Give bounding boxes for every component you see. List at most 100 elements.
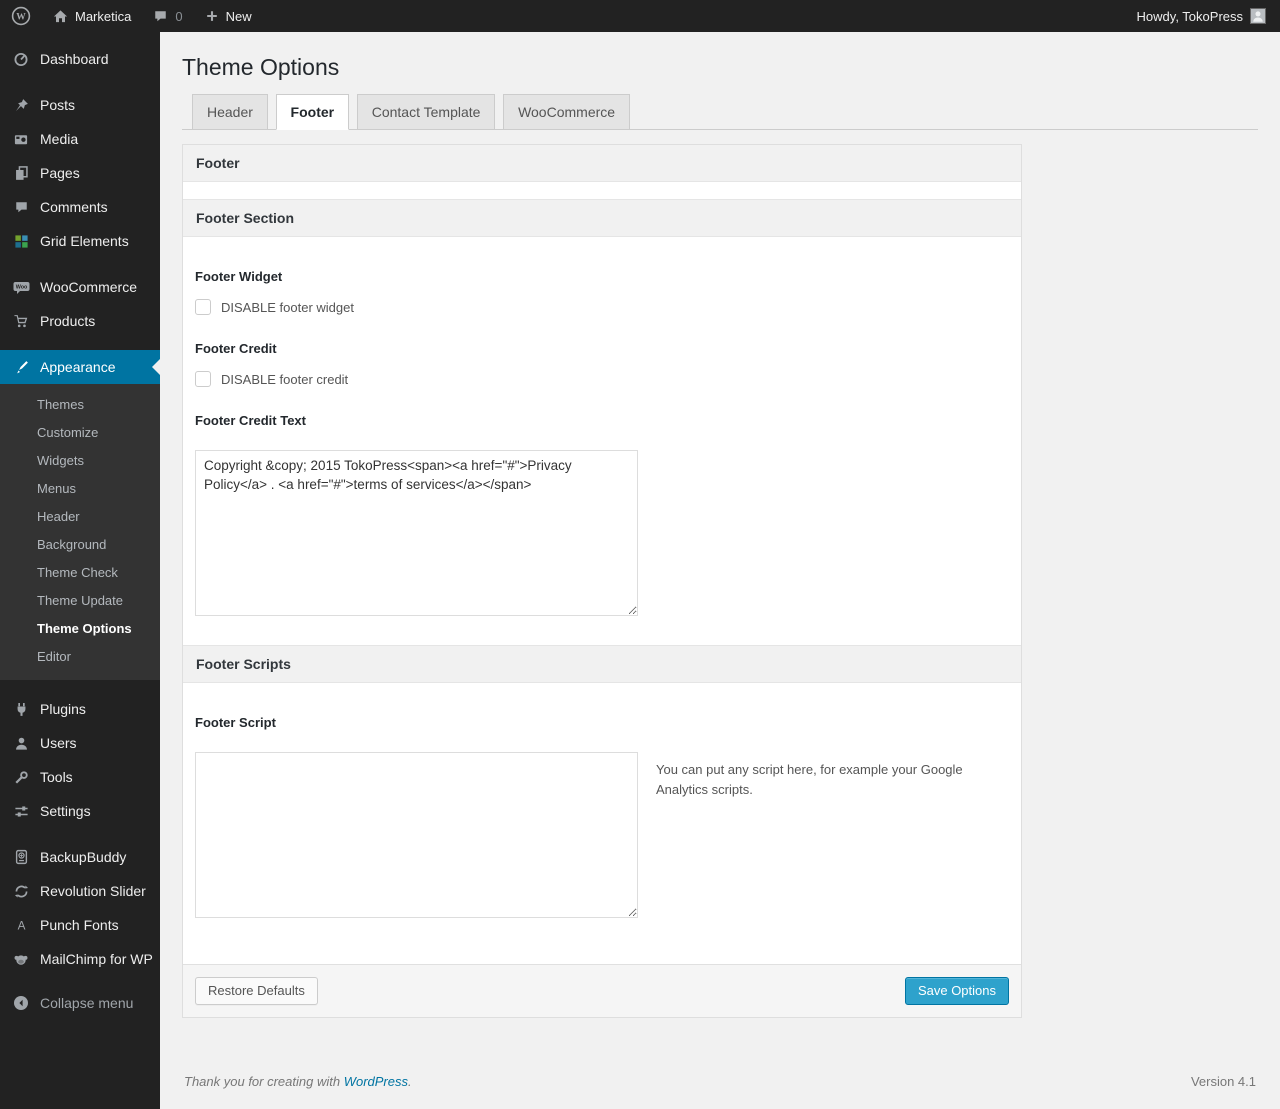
tab-contact-template[interactable]: Contact Template: [356, 94, 496, 130]
footer-script-help: You can put any script here, for example…: [656, 762, 963, 798]
sidebar-item-label: BackupBuddy: [40, 849, 127, 865]
sidebar-item-mailchimp[interactable]: MailChimp for WP: [0, 942, 160, 976]
avatar: [1250, 8, 1266, 24]
collapse-arrow-icon: [11, 995, 31, 1011]
new-content-button[interactable]: New: [194, 0, 263, 32]
save-options-button[interactable]: Save Options: [904, 977, 1009, 1005]
comment-count: 0: [175, 8, 183, 24]
admin-bar: W Marketica 0 New Howdy, TokoPress: [0, 0, 1280, 32]
panel-spacer: [183, 182, 1021, 199]
footer-thanks-text: Thank you for creating with: [184, 1074, 341, 1089]
menu-separator: [0, 258, 160, 270]
menu-separator: [0, 828, 160, 840]
admin-sidebar: Dashboard Posts Media Pages Comments Gri…: [0, 32, 160, 1109]
sidebar-item-label: Settings: [40, 803, 91, 819]
tab-header[interactable]: Header: [192, 94, 268, 130]
sidebar-item-plugins[interactable]: Plugins: [0, 692, 160, 726]
sidebar-item-label: Punch Fonts: [40, 917, 119, 933]
sidebar-item-tools[interactable]: Tools: [0, 760, 160, 794]
monkey-icon: [11, 952, 31, 967]
camera-icon: [11, 132, 31, 147]
submenu-item-theme-update[interactable]: Theme Update: [0, 587, 160, 615]
submenu-item-customize[interactable]: Customize: [0, 419, 160, 447]
sidebar-item-punch-fonts[interactable]: A Punch Fonts: [0, 908, 160, 942]
footer-section-header: Footer Section: [183, 199, 1021, 237]
paintbrush-icon: [11, 360, 31, 375]
admin-footer: Thank you for creating with WordPress. V…: [182, 1070, 1258, 1109]
sidebar-item-woocommerce[interactable]: Woo WooCommerce: [0, 270, 160, 304]
sidebar-item-backupbuddy[interactable]: BackupBuddy: [0, 840, 160, 874]
disable-footer-widget-checkbox[interactable]: [195, 299, 211, 315]
sidebar-item-grid-elements[interactable]: Grid Elements: [0, 224, 160, 258]
plus-icon: [205, 9, 219, 23]
cart-icon: [11, 314, 31, 329]
pushpin-icon: [11, 98, 31, 113]
comment-bubble-icon: [153, 9, 168, 23]
footer-credit-text-label: Footer Credit Text: [195, 413, 306, 428]
submenu-item-background[interactable]: Background: [0, 531, 160, 559]
pages-icon: [11, 165, 31, 181]
sidebar-item-appearance[interactable]: Appearance: [0, 350, 160, 384]
footer-credit-text-input[interactable]: Copyright &copy; 2015 TokoPress<span><a …: [195, 450, 638, 616]
footer-credit-label: Footer Credit: [195, 341, 277, 356]
submenu-item-menus[interactable]: Menus: [0, 475, 160, 503]
footer-section-body: Footer Widget DISABLE footer widget Foot…: [183, 237, 1021, 645]
options-panel: Footer Footer Section Footer Widget DISA…: [182, 144, 1022, 1018]
sidebar-item-label: Products: [40, 313, 96, 329]
restore-defaults-button[interactable]: Restore Defaults: [195, 977, 318, 1005]
disable-footer-credit-checkbox[interactable]: [195, 371, 211, 387]
sidebar-item-label: Comments: [40, 199, 108, 215]
plug-icon: [11, 702, 31, 717]
woocommerce-badge-icon: Woo: [11, 280, 31, 295]
appearance-submenu: Themes Customize Widgets Menus Header Ba…: [0, 384, 160, 680]
sidebar-item-users[interactable]: Users: [0, 726, 160, 760]
submenu-item-theme-check[interactable]: Theme Check: [0, 559, 160, 587]
sidebar-item-label: Revolution Slider: [40, 883, 146, 899]
submenu-item-themes[interactable]: Themes: [0, 391, 160, 419]
tab-footer[interactable]: Footer: [275, 94, 350, 130]
wordpress-link[interactable]: WordPress: [344, 1074, 408, 1089]
panel-title: Footer: [183, 145, 1021, 182]
submenu-item-theme-options[interactable]: Theme Options: [0, 615, 160, 643]
wordpress-logo-menu[interactable]: W: [0, 0, 42, 32]
wrench-icon: [11, 770, 31, 785]
version-label: Version 4.1: [1190, 1074, 1256, 1089]
sidebar-item-dashboard[interactable]: Dashboard: [0, 42, 160, 76]
sidebar-item-label: Users: [40, 735, 77, 751]
sliders-icon: [11, 804, 31, 819]
menu-separator: [0, 680, 160, 692]
account-menu[interactable]: Howdy, TokoPress: [1137, 0, 1266, 32]
svg-text:W: W: [16, 13, 26, 23]
comments-indicator[interactable]: 0: [142, 0, 193, 32]
panel-footer: Restore Defaults Save Options: [183, 964, 1021, 1017]
sidebar-item-media[interactable]: Media: [0, 122, 160, 156]
comment-bubble-icon: [11, 200, 31, 214]
submenu-item-widgets[interactable]: Widgets: [0, 447, 160, 475]
collapse-menu-label: Collapse menu: [40, 995, 134, 1011]
sidebar-item-posts[interactable]: Posts: [0, 88, 160, 122]
refresh-arrows-icon: [11, 884, 31, 899]
page-title: Theme Options: [182, 54, 340, 80]
sidebar-item-label: Dashboard: [40, 51, 109, 67]
sidebar-item-label: Posts: [40, 97, 76, 113]
disable-footer-widget-label: DISABLE footer widget: [221, 299, 354, 315]
site-name-link[interactable]: Marketica: [42, 0, 142, 32]
sidebar-item-revolution-slider[interactable]: Revolution Slider: [0, 874, 160, 908]
sidebar-item-pages[interactable]: Pages: [0, 156, 160, 190]
tab-woocommerce[interactable]: WooCommerce: [503, 94, 631, 130]
howdy-label: Howdy, TokoPress: [1136, 8, 1243, 24]
submenu-item-header[interactable]: Header: [0, 503, 160, 531]
sidebar-item-products[interactable]: Products: [0, 304, 160, 338]
sidebar-item-comments[interactable]: Comments: [0, 190, 160, 224]
home-icon: [53, 9, 68, 24]
user-icon: [11, 736, 31, 751]
sidebar-item-label: Plugins: [40, 701, 86, 717]
sidebar-item-label: Grid Elements: [40, 233, 129, 249]
sidebar-item-label: Tools: [40, 769, 73, 785]
menu-separator: [0, 76, 160, 88]
footer-script-input[interactable]: [195, 752, 638, 918]
sidebar-item-settings[interactable]: Settings: [0, 794, 160, 828]
submenu-item-editor[interactable]: Editor: [0, 643, 160, 671]
collapse-menu-button[interactable]: Collapse menu: [0, 986, 160, 1020]
main-content: Theme Options Header Footer Contact Temp…: [160, 32, 1280, 1109]
